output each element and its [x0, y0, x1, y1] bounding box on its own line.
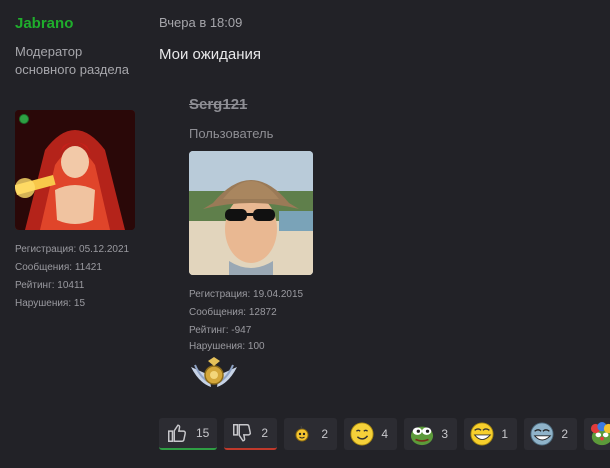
pepe-clown-emoji-icon	[590, 422, 610, 446]
reaction-dislike[interactable]: 2	[224, 418, 278, 450]
reaction-count: 2	[561, 427, 569, 441]
author-stats: Регистрация: 05.12.2021 Сообщения: 11421…	[15, 241, 129, 313]
troll-face-emoji-icon	[470, 422, 494, 446]
online-status-indicator	[19, 114, 29, 124]
quoted-user-messages: Сообщения: 12872	[189, 307, 277, 318]
pepe-frog-emoji-icon	[410, 422, 434, 446]
quoted-user-role: Пользователь	[189, 126, 274, 141]
anime-warrior-avatar	[15, 110, 135, 230]
reaction-trollface[interactable]: 1	[464, 418, 518, 450]
reaction-count: 2	[321, 427, 329, 441]
author-violations: Нарушения: 15	[15, 298, 86, 309]
smirk-emoji-icon	[350, 422, 374, 446]
reaction-bee[interactable]: 2	[284, 418, 338, 450]
quoted-user-violations: Нарушения: 100	[189, 341, 265, 352]
small-bee-emoji-icon	[290, 422, 314, 446]
reaction-smirk[interactable]: 4	[344, 418, 398, 450]
reaction-count: 2	[261, 426, 269, 440]
troll-face-blue-emoji-icon	[530, 422, 554, 446]
post-timestamp[interactable]: Вчера в 18:09	[159, 15, 242, 30]
reaction-pepe-clown[interactable]: 1	[584, 418, 610, 450]
author-name[interactable]: Jabrano	[15, 15, 73, 32]
quoted-user-avatar[interactable]	[189, 151, 313, 275]
author-registration: Регистрация: 05.12.2021	[15, 244, 130, 255]
winged-rank-badge-icon	[191, 357, 237, 387]
reaction-count: 3	[441, 427, 449, 441]
thumbs-up-icon	[165, 421, 189, 445]
reaction-count: 4	[381, 427, 389, 441]
man-in-hat-sunglasses-avatar	[189, 151, 313, 275]
reaction-count: 15	[196, 426, 210, 440]
reaction-like[interactable]: 15	[159, 418, 218, 450]
author-messages: Сообщения: 11421	[15, 262, 102, 273]
author-rating: Рейтинг: 10411	[15, 280, 85, 291]
quoted-user-name[interactable]: Serg121	[189, 96, 247, 113]
reaction-pepe[interactable]: 3	[404, 418, 458, 450]
quoted-user-registration: Регистрация: 19.04.2015	[189, 289, 304, 300]
rank-badge	[189, 357, 239, 393]
reaction-count: 1	[501, 427, 509, 441]
thumbs-down-icon	[230, 421, 254, 445]
quoted-user-stats: Регистрация: 19.04.2015 Сообщения: 12872…	[189, 286, 303, 356]
author-avatar[interactable]	[15, 110, 135, 230]
post-text: Мои ожидания	[159, 46, 262, 63]
author-role: Модератор основного раздела	[15, 44, 129, 77]
reaction-trollface-blue[interactable]: 2	[524, 418, 578, 450]
reactions-bar: 15 2 2 4 3 1 2	[159, 418, 610, 450]
